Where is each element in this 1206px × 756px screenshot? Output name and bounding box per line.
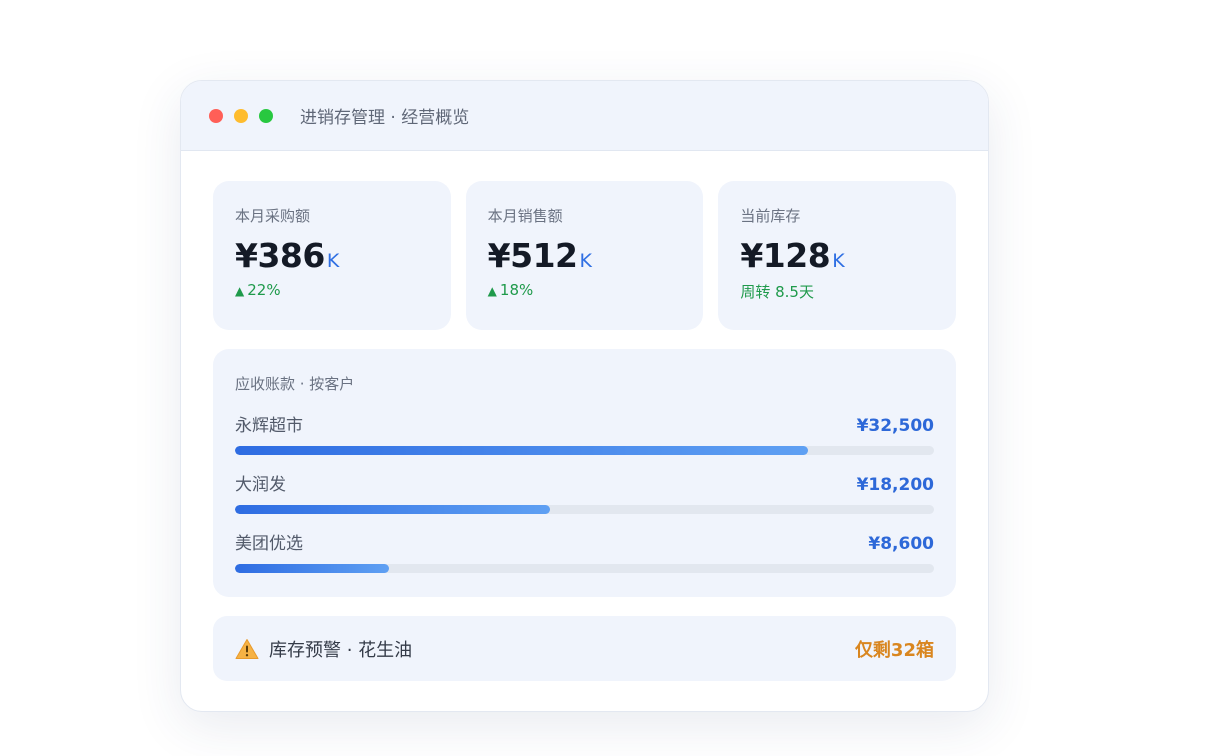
receivable-row[interactable]: 大润发 ¥18,200 xyxy=(235,470,934,514)
maximize-window-button[interactable] xyxy=(259,108,273,123)
stats-row: 本月采购额 ¥386 K ▲ 22% 本月销售额 ¥512 K ▲ 18% 当前库存 ¥… xyxy=(213,181,957,330)
stat-amount: ¥386 xyxy=(235,236,325,275)
turnover-text: 周转 8.5天 xyxy=(740,283,814,301)
stat-card-purchase[interactable]: 本月采购额 ¥386 K ▲ 22% xyxy=(213,181,451,330)
alert-status: 仅剩32箱 xyxy=(854,639,934,661)
receivable-row-header: 永辉超市 ¥32,500 xyxy=(235,411,934,436)
stat-amount: ¥128 xyxy=(740,236,831,275)
stat-unit: K xyxy=(579,250,592,272)
receivables-panel: 应收账款 · 按客户 永辉超市 ¥32,500 大润发 ¥18,200 美团优选… xyxy=(213,349,956,597)
receivable-amount: ¥8,600 xyxy=(868,534,934,554)
stat-label: 本月销售额 xyxy=(487,207,563,225)
stat-card-inventory[interactable]: 当前库存 ¥128 K 周转 8.5天 xyxy=(718,181,957,330)
trend-text: 22% xyxy=(247,281,281,299)
alert-left: 库存预警 · 花生油 xyxy=(235,636,412,662)
receivable-amount: ¥32,500 xyxy=(856,416,934,436)
stat-label: 当前库存 xyxy=(740,207,801,225)
progress-track xyxy=(235,564,934,573)
warning-icon xyxy=(235,638,259,659)
receivable-row[interactable]: 美团优选 ¥8,600 xyxy=(235,529,934,573)
receivable-row-header: 美团优选 ¥8,600 xyxy=(235,529,934,554)
customer-name: 美团优选 xyxy=(235,534,303,554)
close-window-button[interactable] xyxy=(209,108,223,123)
dashboard-content: 本月采购额 ¥386 K ▲ 22% 本月销售额 ¥512 K ▲ 18% 当前库存 ¥… xyxy=(181,151,988,681)
trend-up-icon: ▲ xyxy=(235,284,245,298)
stat-trend: ▲ 18% xyxy=(488,281,682,299)
progress-fill xyxy=(235,505,550,514)
receivable-amount: ¥18,200 xyxy=(856,475,934,495)
trend-up-icon: ▲ xyxy=(487,284,497,298)
customer-name: 大润发 xyxy=(235,475,286,495)
progress-track xyxy=(235,505,934,514)
receivable-row[interactable]: 永辉超市 ¥32,500 xyxy=(235,411,934,455)
stat-turnover: 周转 8.5天 xyxy=(740,281,934,302)
minimize-window-button[interactable] xyxy=(234,108,248,123)
customer-name: 永辉超市 xyxy=(235,416,303,436)
stat-label: 本月采购额 xyxy=(235,207,311,225)
stat-card-sales[interactable]: 本月销售额 ¥512 K ▲ 18% xyxy=(465,181,704,330)
stat-unit: K xyxy=(326,250,339,272)
trend-text: 18% xyxy=(499,281,534,299)
progress-fill xyxy=(235,564,389,573)
progress-track xyxy=(235,446,934,455)
stat-value: ¥128 K xyxy=(740,236,934,275)
stock-alert-bar[interactable]: 库存预警 · 花生油 仅剩32箱 xyxy=(213,616,956,681)
app-window: 进销存管理 · 经营概览 本月采购额 ¥386 K ▲ 22% 本月销售额 ¥512… xyxy=(180,80,989,712)
stat-value: ¥386 K xyxy=(235,236,429,275)
receivable-row-header: 大润发 ¥18,200 xyxy=(235,470,934,495)
title-bar: 进销存管理 · 经营概览 xyxy=(181,81,988,151)
stat-amount: ¥512 xyxy=(487,236,578,275)
window-title: 进销存管理 · 经营概览 xyxy=(300,108,470,128)
stat-value: ¥512 K xyxy=(488,236,682,275)
stat-unit: K xyxy=(832,250,845,272)
alert-text: 库存预警 · 花生油 xyxy=(269,639,413,661)
stat-trend: ▲ 22% xyxy=(235,281,429,299)
receivables-title: 应收账款 · 按客户 xyxy=(235,375,355,393)
progress-fill xyxy=(235,446,809,455)
